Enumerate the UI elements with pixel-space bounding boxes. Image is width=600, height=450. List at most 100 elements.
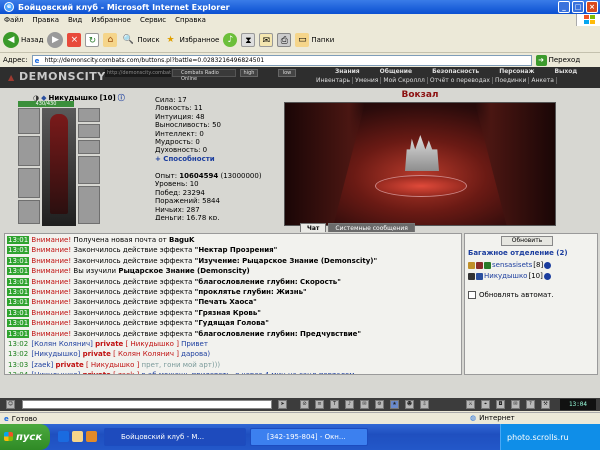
sound-icon[interactable]: ♪: [345, 400, 354, 409]
search-button[interactable]: 🔍 Поиск: [121, 33, 160, 47]
belt-slot[interactable]: [18, 200, 40, 224]
scroll-icon[interactable]: ⇩: [420, 400, 429, 409]
portal-platform[interactable]: [375, 175, 467, 197]
chat-timestamp[interactable]: 13:01: [7, 287, 30, 296]
sender-nick[interactable]: [Колян Колянич]: [31, 340, 92, 348]
auto-refresh-checkbox[interactable]: Обновлять автомат.: [468, 291, 554, 299]
stop-icon[interactable]: ×: [67, 32, 82, 47]
chat-timestamp[interactable]: 13:01: [7, 236, 30, 244]
tools-icon[interactable]: ⚙: [375, 400, 384, 409]
chat-window[interactable]: 13:01 Внимание! Получена новая почта от …: [4, 233, 462, 375]
menu-favorites[interactable]: Избранное: [91, 16, 131, 24]
bag-icon[interactable]: ◘: [496, 400, 505, 409]
maximize-button[interactable]: □: [572, 1, 584, 13]
desktop-quicklaunch-icon[interactable]: [72, 431, 83, 442]
armor-slot[interactable]: [18, 168, 40, 198]
nav-my-scroll[interactable]: Мой Скроллл: [381, 77, 428, 84]
menu-edit[interactable]: Правка: [32, 16, 59, 24]
ring-slot[interactable]: [78, 140, 100, 154]
menu-tools[interactable]: Сервис: [140, 16, 166, 24]
refresh-icon[interactable]: ↻: [85, 32, 100, 47]
radio-button[interactable]: Combats Radio Online: [172, 69, 236, 82]
chat-timestamp[interactable]: 13:01: [7, 267, 30, 276]
translit-icon[interactable]: Т: [330, 400, 339, 409]
room-user[interactable]: Никудышко [10]: [468, 271, 551, 281]
chat-timestamp[interactable]: 13:01: [7, 298, 30, 307]
filter-icon[interactable]: ≡: [315, 400, 324, 409]
quality-low-button[interactable]: low: [278, 69, 296, 77]
nav-inventory[interactable]: Инвентарь: [314, 77, 354, 84]
settings-icon[interactable]: ⚒: [541, 400, 550, 409]
private-icon[interactable]: ✉: [360, 400, 369, 409]
taskbar-task-ie[interactable]: Бойцовский клуб - M...: [104, 428, 246, 446]
recipient-nick[interactable]: [ Никудышко ]: [86, 361, 139, 369]
shield-slot[interactable]: [78, 186, 100, 224]
menu-view[interactable]: Вид: [68, 16, 82, 24]
taskbar-task-chat[interactable]: [342-195-804] - Окн...: [250, 428, 368, 446]
chat-timestamp[interactable]: 13:03: [7, 361, 29, 369]
active-icon[interactable]: ★: [390, 400, 399, 409]
go-button[interactable]: ➜ Переход: [535, 54, 580, 66]
checkbox[interactable]: [468, 291, 476, 299]
tab-system-messages[interactable]: Системные сообщения: [328, 223, 415, 232]
sender-nick[interactable]: [zaek]: [31, 361, 53, 369]
chat-timestamp[interactable]: 13:01: [7, 277, 30, 286]
chat-timestamp[interactable]: 13:02: [7, 340, 29, 348]
clear-icon[interactable]: ⊘: [300, 400, 309, 409]
nav-character[interactable]: Персонаж: [489, 68, 544, 75]
sender-nick[interactable]: [Никудышко]: [31, 350, 80, 358]
chat-timestamp[interactable]: 13:01: [7, 308, 30, 317]
helmet-slot[interactable]: [18, 108, 40, 134]
chat-timestamp[interactable]: 13:01: [7, 246, 30, 255]
nav-fights[interactable]: Поединки: [493, 77, 530, 84]
help-icon[interactable]: ?: [526, 400, 535, 409]
media-icon[interactable]: ♪: [223, 32, 238, 47]
nav-security[interactable]: Безопасность: [422, 68, 489, 75]
close-button[interactable]: ×: [586, 1, 598, 13]
chat-input[interactable]: [22, 400, 272, 409]
abilities-link[interactable]: + Способности: [155, 155, 221, 163]
nav-skills[interactable]: Умения: [353, 77, 382, 84]
folders-button[interactable]: ▭ Папки: [295, 32, 334, 47]
menu-help[interactable]: Справка: [175, 16, 206, 24]
menu-file[interactable]: Файл: [4, 16, 23, 24]
ie-quicklaunch-icon[interactable]: [58, 431, 69, 442]
recipient-nick[interactable]: [ Никудышко ]: [126, 340, 179, 348]
info-icon[interactable]: ⓘ: [118, 93, 125, 103]
chat-timestamp[interactable]: 13:04: [7, 371, 29, 374]
sender-nick[interactable]: [Никудышко]: [31, 371, 80, 374]
earring-slot[interactable]: [78, 108, 100, 122]
mail-icon[interactable]: ✉: [259, 32, 274, 47]
mail-icon[interactable]: ✉: [511, 400, 520, 409]
chat-timestamp[interactable]: 13:01: [7, 319, 30, 328]
home-icon[interactable]: ⌂: [103, 32, 118, 47]
nav-communication[interactable]: Общение: [370, 68, 422, 75]
recipient-nick[interactable]: [ Колян Колянич ]: [113, 350, 179, 358]
nav-knowledge[interactable]: Знания: [325, 68, 370, 75]
info-icon[interactable]: [544, 261, 552, 269]
recipient-nick[interactable]: [ zaek ]: [113, 371, 139, 374]
chat-timestamp[interactable]: 13:01: [7, 329, 30, 338]
amulet-slot[interactable]: [78, 124, 100, 138]
media-quicklaunch-icon[interactable]: [86, 431, 97, 442]
address-input[interactable]: http://demonscity.combats.com/buttons.pl…: [31, 54, 532, 66]
info-icon[interactable]: [543, 272, 551, 280]
location-image[interactable]: [284, 102, 556, 226]
start-button[interactable]: пуск: [0, 424, 50, 450]
refresh-button[interactable]: Обновить: [501, 236, 553, 246]
send-icon[interactable]: ➤: [278, 400, 287, 409]
minimize-button[interactable]: _: [558, 1, 570, 13]
forward-button[interactable]: ▶: [47, 31, 64, 48]
nav-exit[interactable]: Выход: [544, 68, 587, 75]
history-icon[interactable]: ⧗: [241, 32, 256, 47]
nav-transfers[interactable]: Отчёт о переводах: [428, 77, 493, 84]
favorites-button[interactable]: ★ Избранное: [164, 33, 220, 47]
quality-high-button[interactable]: high: [240, 69, 258, 77]
print-icon[interactable]: ⎙: [277, 32, 292, 47]
map-icon[interactable]: ⌖: [481, 400, 490, 409]
chat-timestamp[interactable]: 13:01: [7, 256, 30, 265]
fight-icon[interactable]: ⚔: [466, 400, 475, 409]
chat-timestamp[interactable]: 13:02: [7, 350, 29, 358]
gloves-slot[interactable]: [78, 156, 100, 184]
friends-icon[interactable]: ☻: [405, 400, 414, 409]
